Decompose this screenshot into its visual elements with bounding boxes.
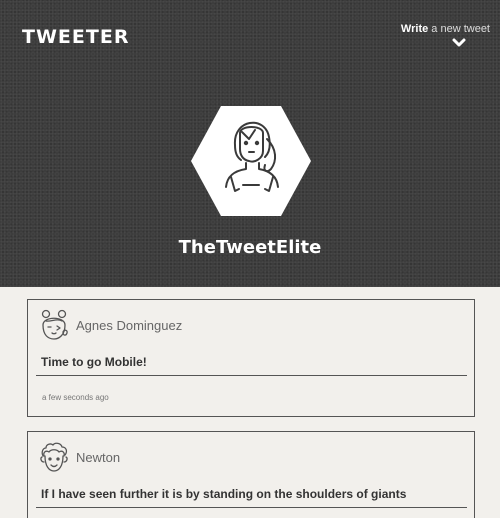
girl-face-icon [41, 309, 68, 340]
tweet-card: Newton If I have seen further it is by s… [27, 431, 475, 518]
app-logo[interactable]: TWEETER [22, 26, 129, 48]
tweet-author[interactable]: Newton [76, 450, 120, 465]
divider [36, 375, 467, 376]
profile-avatar [191, 106, 311, 216]
divider [36, 507, 467, 508]
curly-hair-man-icon [40, 442, 68, 472]
compose-label-rest: a new tweet [428, 23, 490, 35]
tweet-card: Agnes Dominguez Time to go Mobile! a few… [27, 299, 475, 417]
tweet-text: Time to go Mobile! [41, 355, 147, 369]
compose-label-bold: Write [400, 23, 429, 35]
tweet-text: If I have seen further it is by standing… [41, 487, 407, 501]
tweet-author[interactable]: Agnes Dominguez [76, 318, 182, 333]
tweet-timestamp: a few seconds ago [42, 393, 109, 402]
chevron-down-icon[interactable] [452, 37, 466, 49]
profile-header: TWEETER Write a new tweet TheTweetElite [0, 0, 500, 287]
profile-handle: TheTweetElite [178, 237, 322, 258]
write-new-tweet-link[interactable]: Write a new tweet [401, 23, 490, 35]
